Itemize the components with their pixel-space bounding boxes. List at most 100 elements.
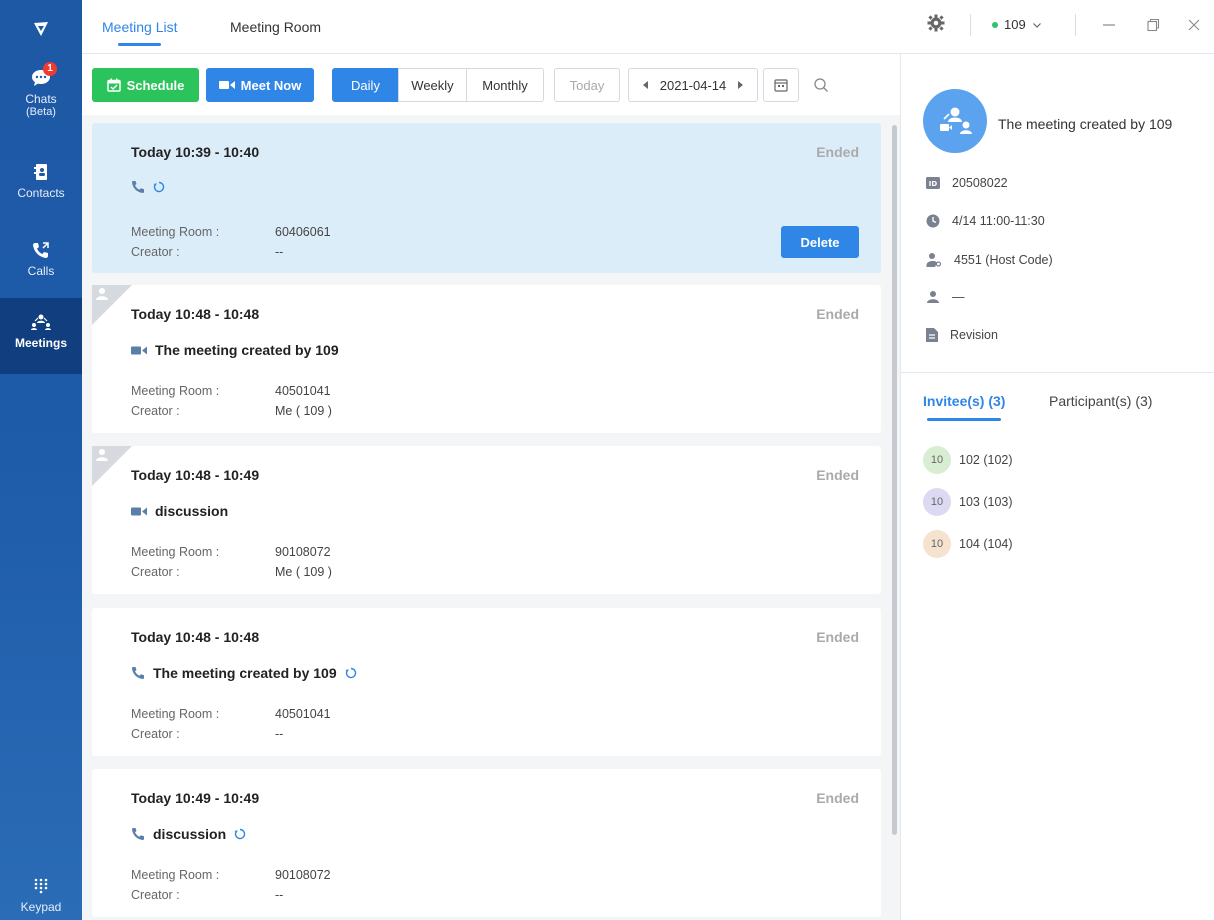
meeting-title: The meeting created by 109 [131, 665, 357, 681]
meetings-icon [29, 310, 53, 334]
id-card-icon: ID [926, 177, 940, 189]
divider [901, 372, 1214, 373]
meeting-title-text: The meeting created by 109 [155, 342, 339, 358]
host-key-icon [926, 253, 942, 267]
video-camera-icon [218, 81, 235, 89]
user-icon [927, 291, 939, 303]
meeting-status: Ended [816, 144, 859, 160]
recurring-icon [153, 181, 165, 193]
meeting-title-text: discussion [155, 503, 229, 519]
avatar: 10 [923, 488, 951, 516]
sidebar: 1 Chats (Beta) Contacts Calls Meetings K… [0, 0, 82, 920]
meeting-title-text: The meeting created by 109 [153, 665, 337, 681]
delete-button[interactable]: Delete [781, 226, 859, 258]
recurring-icon [345, 667, 356, 679]
creator-value: -- [275, 727, 284, 741]
sidebar-item-label: Meetings [14, 336, 67, 350]
meeting-avatar [923, 89, 987, 153]
sidebar-item-chats[interactable]: 1 Chats (Beta) [0, 62, 82, 146]
meeting-card[interactable]: Today 10:48 - 10:49 Ended discussion Mee… [92, 446, 881, 594]
host-user-icon [96, 288, 108, 300]
meeting-note: Revision [950, 328, 998, 342]
meeting-title-text: discussion [153, 826, 227, 842]
sidebar-item-keypad[interactable]: Keypad [0, 874, 82, 918]
divider [970, 14, 971, 36]
meeting-room-label: Meeting Room : [131, 707, 220, 721]
meeting-id-row: ID 20508022 [926, 176, 1008, 190]
sidebar-item-label: Chats [25, 92, 57, 106]
meeting-status: Ended [816, 790, 859, 806]
meeting-time-row: 4/14 11:00-11:30 [926, 214, 1045, 228]
minimize-icon[interactable] [1101, 17, 1117, 33]
invitee-name: 104 (104) [959, 537, 1013, 551]
account-status-dropdown[interactable]: 109 [992, 17, 1042, 32]
meeting-room-label: Meeting Room : [131, 545, 220, 559]
creator-label: Creator : [131, 727, 180, 741]
tab-participants[interactable]: Participant(s) (3) [1049, 393, 1152, 409]
current-date: 2021-04-14 [659, 77, 727, 93]
unread-badge: 1 [43, 62, 57, 76]
invitee-item[interactable]: 10 102 (102) [923, 446, 1013, 474]
tab-invitees[interactable]: Invitee(s) (3) [923, 393, 1005, 421]
next-date-icon [738, 81, 744, 89]
settings-gear-icon[interactable] [927, 14, 945, 32]
creator-value: -- [275, 888, 284, 902]
close-window-icon[interactable] [1186, 17, 1202, 33]
host-code: 4551 (Host Code) [954, 253, 1053, 267]
host-user-icon [96, 449, 108, 461]
contacts-book-icon [29, 160, 53, 184]
invitee-name: 102 (102) [959, 453, 1013, 467]
svg-text:ID: ID [929, 180, 938, 188]
chevron-down-icon [1032, 22, 1041, 28]
meeting-time: Today 10:48 - 10:48 [131, 629, 260, 645]
tab-meeting-list[interactable]: Meeting List [102, 19, 177, 46]
meeting-title [131, 180, 173, 194]
meeting-card[interactable]: Today 10:49 - 10:49 Ended discussion Mee… [92, 769, 881, 917]
meeting-details-title: The meeting created by 109 [998, 116, 1173, 132]
sidebar-item-meetings[interactable]: Meetings [0, 298, 82, 374]
meeting-card[interactable]: Today 10:48 - 10:48 Ended The meeting cr… [92, 285, 881, 433]
meeting-id: 20508022 [952, 176, 1008, 190]
meeting-time: Today 10:48 - 10:48 [131, 306, 260, 322]
search-icon[interactable] [806, 68, 836, 102]
today-button[interactable]: Today [554, 68, 620, 102]
note-row: Revision [926, 328, 998, 342]
sidebar-item-label: Calls [27, 264, 55, 278]
keypad-icon [29, 874, 53, 898]
audio-call-icon [132, 181, 144, 193]
meeting-card[interactable]: Today 10:39 - 10:40 Ended Meeting Room :… [92, 123, 881, 273]
grandstream-logo-icon [34, 22, 48, 36]
calendar-icon [774, 79, 788, 92]
sidebar-item-calls[interactable]: Calls [0, 238, 82, 298]
meet-now-button[interactable]: Meet Now [206, 68, 314, 102]
creator-value: -- [275, 245, 284, 259]
meeting-list: Today 10:39 - 10:40 Ended Meeting Room :… [82, 115, 900, 920]
creator-row: — [926, 290, 965, 304]
restore-window-icon[interactable] [1145, 17, 1161, 33]
meeting-time: Today 10:39 - 10:40 [131, 144, 260, 160]
sidebar-item-sublabel: (Beta) [26, 106, 56, 118]
tab-meeting-room[interactable]: Meeting Room [230, 19, 321, 35]
meeting-room-number: 90108072 [275, 545, 331, 559]
host-code-row: 4551 (Host Code) [926, 252, 1053, 268]
view-weekly-button[interactable]: Weekly [398, 68, 467, 102]
creator-label: Creator : [131, 404, 180, 418]
divider [1075, 14, 1076, 36]
meeting-group-icon [940, 107, 972, 134]
avatar: 10 [923, 446, 951, 474]
sidebar-item-label: Keypad [20, 900, 62, 914]
meeting-toolbar: Schedule Meet Now Daily Weekly Monthly T… [92, 68, 892, 102]
view-monthly-button[interactable]: Monthly [466, 68, 544, 102]
sidebar-item-contacts[interactable]: Contacts [0, 160, 82, 220]
date-selector[interactable]: 2021-04-14 [628, 68, 758, 102]
schedule-button[interactable]: Schedule [92, 68, 199, 102]
creator-label: Creator : [131, 888, 180, 902]
avatar: 10 [923, 530, 951, 558]
meeting-room-number: 60406061 [275, 225, 331, 239]
list-scrollbar[interactable] [892, 125, 897, 835]
meeting-card[interactable]: Today 10:48 - 10:48 Ended The meeting cr… [92, 608, 881, 756]
invitee-item[interactable]: 10 104 (104) [923, 530, 1013, 558]
calendar-picker-button[interactable] [763, 68, 799, 102]
view-daily-button[interactable]: Daily [332, 68, 399, 102]
invitee-item[interactable]: 10 103 (103) [923, 488, 1013, 516]
